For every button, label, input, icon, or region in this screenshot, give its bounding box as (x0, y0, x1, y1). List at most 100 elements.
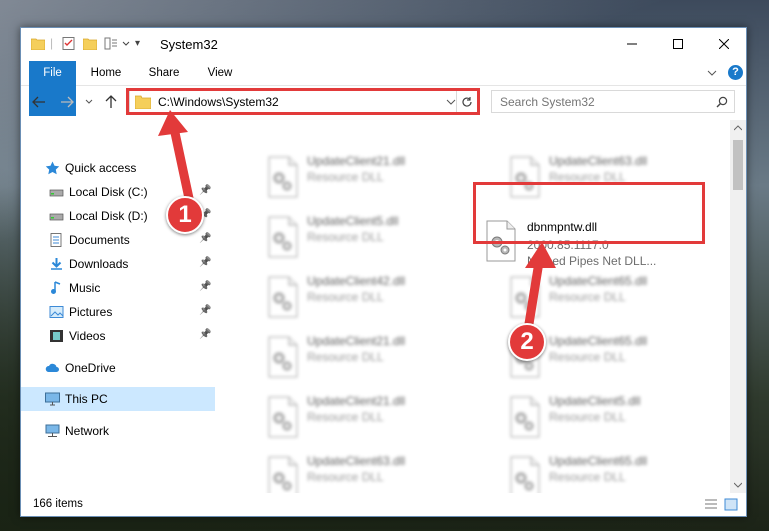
pipe-separator: ▾ (135, 38, 141, 49)
pin-icon: 📌 (199, 257, 212, 268)
sidebar-item-downloads[interactable]: Downloads 📌 (21, 252, 215, 276)
file-type: Resource DLL (307, 230, 384, 244)
recent-locations-button[interactable] (84, 94, 94, 110)
search-input[interactable] (492, 91, 718, 112)
sidebar-item-this-pc[interactable]: This PC (21, 387, 215, 411)
customize-toolbar-icon[interactable] (104, 37, 118, 50)
scroll-down-icon[interactable] (734, 482, 742, 488)
file-name: UpdateClient21.dll (307, 394, 406, 408)
dll-file-icon (509, 456, 541, 493)
sidebar-item-label: Videos (69, 329, 106, 343)
dll-file-icon (267, 156, 299, 198)
navigation-pane: Quick access Local Disk (C:) 📌 Local Disk (… (21, 120, 215, 493)
up-button[interactable] (103, 94, 119, 110)
dll-file-icon (509, 276, 541, 318)
file-name: UpdateClient65.dll (549, 334, 648, 348)
file-item[interactable]: UpdateClient42.dll Resource DLL (237, 270, 467, 325)
sidebar-item-quick-access[interactable]: Quick access (21, 156, 215, 180)
file-item[interactable]: UpdateClient5.dll Resource DLL (479, 390, 709, 445)
minimize-button[interactable] (609, 28, 655, 60)
dll-file-icon (267, 396, 299, 438)
ribbon-tabs: File Home Share View ? (21, 61, 746, 116)
properties-icon[interactable] (62, 37, 76, 50)
file-item[interactable]: UpdateClient65.dll Resource DLL (479, 270, 709, 325)
pictures-icon (49, 305, 64, 319)
window-title: System32 (160, 37, 218, 52)
large-icons-view-icon[interactable] (724, 498, 738, 511)
scrollbar-thumb[interactable] (733, 140, 743, 190)
arrow-left-icon (32, 96, 45, 108)
file-item[interactable]: UpdateClient65.dll Resource DLL (479, 450, 709, 493)
new-folder-icon[interactable] (83, 37, 97, 50)
scroll-up-icon[interactable] (734, 125, 742, 131)
file-list: UpdateClient21.dll Resource DLL UpdateClie… (217, 120, 731, 493)
back-button[interactable] (31, 94, 47, 110)
maximize-button[interactable] (655, 28, 701, 60)
dll-file-icon (509, 396, 541, 438)
star-icon (45, 161, 60, 175)
dll-file-icon (267, 216, 299, 258)
folder-icon[interactable] (31, 37, 45, 50)
file-item[interactable]: UpdateClient21.dll Resource DLL (237, 150, 467, 205)
file-name: UpdateClient65.dll (549, 454, 648, 468)
search-box[interactable] (491, 90, 735, 113)
dll-file-icon (267, 276, 299, 318)
minimize-icon (627, 43, 637, 45)
expand-ribbon-icon[interactable] (707, 68, 717, 78)
sidebar-item-label: Downloads (69, 257, 129, 271)
tab-view[interactable]: View (197, 61, 243, 85)
file-description: Named Pipes Net DLL... (527, 254, 657, 268)
sidebar-item-label: Music (69, 281, 101, 295)
address-bar-highlight (126, 88, 480, 115)
dll-file-icon (267, 336, 299, 378)
cloud-icon (45, 361, 60, 375)
file-name: UpdateClient21.dll (307, 154, 406, 168)
documents-icon (49, 233, 64, 247)
sidebar-item-onedrive[interactable]: OneDrive (21, 356, 215, 380)
file-name: UpdateClient5.dll (549, 394, 641, 408)
network-icon (45, 424, 60, 438)
sidebar-item-label: Documents (69, 233, 130, 247)
videos-icon (49, 329, 64, 343)
vertical-scrollbar[interactable] (730, 120, 746, 493)
file-name: UpdateClient63.dll (307, 454, 406, 468)
chevron-down-icon[interactable] (122, 37, 130, 50)
pin-icon: 📌 (199, 281, 212, 292)
file-highlight (473, 182, 705, 244)
file-type: Resource DLL (307, 290, 384, 304)
sidebar-item-videos[interactable]: Videos 📌 (21, 324, 215, 348)
sidebar-item-label: Quick access (65, 161, 137, 175)
drive-icon (49, 185, 64, 199)
tab-share[interactable]: Share (141, 61, 187, 85)
file-type: Resource DLL (549, 350, 626, 364)
status-bar: 166 items (21, 494, 746, 516)
file-item[interactable]: UpdateClient21.dll Resource DLL (237, 330, 467, 385)
search-icon[interactable] (716, 96, 728, 108)
item-count: 166 items (33, 498, 83, 510)
file-item[interactable]: UpdateClient63.dll Resource DLL (237, 450, 467, 493)
pin-icon: 📌 (199, 305, 212, 316)
details-view-icon[interactable] (704, 498, 718, 511)
tab-home[interactable]: Home (83, 61, 129, 85)
arrow-right-icon (61, 96, 74, 108)
help-icon[interactable]: ? (728, 65, 743, 80)
downloads-icon (49, 257, 64, 271)
computer-icon (45, 392, 60, 406)
forward-button[interactable] (59, 94, 75, 110)
sidebar-item-network[interactable]: Network (21, 419, 215, 443)
dll-file-icon (267, 456, 299, 493)
file-type: Resource DLL (549, 470, 626, 484)
file-item[interactable]: UpdateClient5.dll Resource DLL (237, 210, 467, 265)
close-button[interactable] (701, 28, 747, 60)
arrow-up-icon (105, 95, 117, 108)
file-item[interactable]: UpdateClient21.dll Resource DLL (237, 390, 467, 445)
file-type: Resource DLL (307, 470, 384, 484)
file-name: UpdateClient5.dll (307, 214, 399, 228)
callout-1: 1 (166, 196, 204, 234)
music-icon (49, 281, 64, 295)
file-type: Resource DLL (549, 290, 626, 304)
chevron-down-icon (85, 99, 93, 104)
file-type: Resource DLL (307, 170, 384, 184)
sidebar-item-music[interactable]: Music 📌 (21, 276, 215, 300)
sidebar-item-pictures[interactable]: Pictures 📌 (21, 300, 215, 324)
